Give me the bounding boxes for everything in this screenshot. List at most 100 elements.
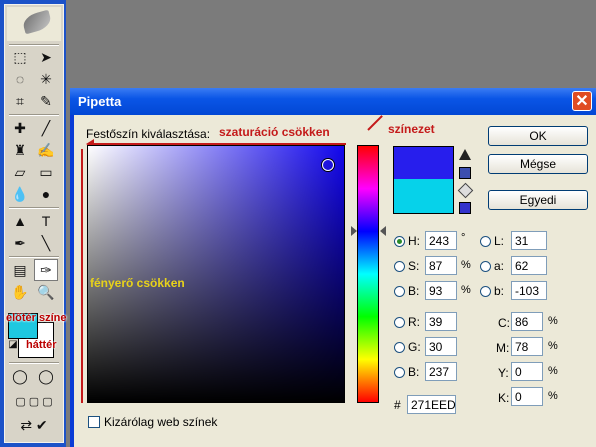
toolbox-panel: ⬚ ➤ ◌ ✳ ⌗ ✎ ✚ ╱ ♜ ✍ ▱ ▭ 💧 ● ▲ T ✒ ╲ ▤ ✑ … — [0, 0, 67, 447]
color-field-marker[interactable] — [322, 159, 334, 171]
path-selection-icon[interactable]: ▲ — [9, 211, 31, 231]
m-input[interactable]: 78 — [511, 337, 543, 356]
pen-tool-icon[interactable]: ✒ — [9, 233, 31, 253]
dialog-title: Pipetta — [78, 94, 122, 109]
web-colors-only-checkbox[interactable] — [88, 416, 100, 428]
web-safe-swatch[interactable] — [459, 202, 471, 214]
lab-b-radio[interactable] — [480, 286, 491, 297]
divider — [9, 114, 59, 116]
custom-button[interactable]: Egyedi — [488, 190, 588, 210]
marquee-tool-icon[interactable]: ⬚ — [9, 47, 31, 67]
s-input[interactable]: 87 — [425, 256, 457, 275]
color-field[interactable]: fényerő csökken — [87, 145, 345, 403]
divider — [9, 256, 59, 258]
brush-tool-icon[interactable]: ╱ — [35, 118, 57, 138]
divider — [9, 44, 59, 46]
a-input[interactable]: 62 — [511, 256, 547, 275]
magic-wand-tool-icon[interactable]: ✳ — [35, 69, 57, 89]
history-brush-icon[interactable]: ✍ — [35, 140, 57, 160]
move-tool-icon[interactable]: ➤ — [35, 47, 57, 67]
l-radio[interactable] — [480, 236, 491, 247]
dodge-tool-icon[interactable]: ● — [35, 184, 57, 204]
new-color-swatch — [393, 146, 454, 180]
hue-slider[interactable] — [357, 145, 379, 403]
current-color-swatch[interactable] — [393, 179, 454, 214]
web-safe-cube-icon[interactable] — [457, 182, 474, 199]
toolbox-body: ⬚ ➤ ◌ ✳ ⌗ ✎ ✚ ╱ ♜ ✍ ▱ ▭ 💧 ● ▲ T ✒ ╲ ▤ ✑ … — [4, 4, 64, 443]
r-radio[interactable] — [394, 317, 405, 328]
dialog-body: Festőszín kiválasztása: szaturáció csökk… — [74, 115, 596, 447]
r-label: R: — [408, 315, 420, 329]
hue-annotation: színezet — [388, 122, 435, 136]
b-label: B: — [408, 284, 420, 298]
blue-input[interactable]: 237 — [425, 362, 457, 381]
k-input[interactable]: 0 — [511, 387, 543, 406]
quickmask-mode-icon[interactable]: ◯ — [35, 366, 57, 386]
divider — [9, 207, 59, 209]
m-label: M: — [496, 341, 510, 355]
blue-radio[interactable] — [394, 367, 405, 378]
color-picker-dialog: Pipetta ✕ Festőszín kiválasztása: szatur… — [70, 88, 596, 447]
g-label: G: — [408, 340, 421, 354]
g-radio[interactable] — [394, 342, 405, 353]
hue-slider-handle-right[interactable] — [380, 226, 386, 236]
feather-icon — [21, 9, 53, 35]
lab-b-input[interactable]: -103 — [511, 281, 547, 300]
picker-label: Festőszín kiválasztása: — [86, 127, 211, 141]
web-colors-only-label: Kizárólag web színek — [104, 415, 218, 429]
brightness-arrow — [81, 149, 83, 403]
h-label: H: — [408, 234, 420, 248]
type-tool-icon[interactable]: T — [35, 211, 57, 231]
zoom-tool-icon[interactable]: 🔍 — [35, 282, 57, 302]
eyedropper-tool-icon[interactable]: ✑ — [34, 259, 58, 281]
blue-label: B: — [408, 365, 420, 379]
h-radio[interactable] — [394, 236, 405, 247]
standard-mode-icon[interactable]: ◯ — [9, 366, 31, 386]
a-radio[interactable] — [480, 261, 491, 272]
c-unit: % — [548, 315, 558, 327]
gamut-correction-swatch[interactable] — [459, 167, 471, 179]
saturation-annotation: szaturáció csökken — [219, 125, 330, 139]
hue-slider-handle-left[interactable] — [351, 226, 357, 236]
b-radio[interactable] — [394, 286, 405, 297]
k-label: K: — [498, 391, 510, 405]
h-unit: ° — [461, 232, 466, 244]
screen-mode-icons[interactable]: ▢ ▢ ▢ — [9, 391, 59, 411]
slice-tool-icon[interactable]: ✎ — [35, 91, 57, 111]
l-label: L: — [494, 234, 505, 248]
gradient-tool-icon[interactable]: ▭ — [35, 162, 57, 182]
s-unit: % — [461, 259, 471, 271]
s-radio[interactable] — [394, 261, 405, 272]
k-unit: % — [548, 390, 558, 402]
blur-tool-icon[interactable]: 💧 — [9, 184, 31, 204]
ok-button[interactable]: OK — [488, 126, 588, 146]
c-input[interactable]: 86 — [511, 312, 543, 331]
healing-brush-icon[interactable]: ✚ — [9, 118, 31, 138]
dialog-titlebar: Pipetta ✕ — [70, 88, 596, 115]
divider — [9, 362, 59, 364]
gamut-warning-icon[interactable] — [459, 149, 471, 160]
line-tool-icon[interactable]: ╲ — [35, 233, 57, 253]
hex-input[interactable]: 271EED — [407, 395, 456, 414]
hue-arrow — [367, 115, 383, 131]
hand-tool-icon[interactable]: ✋ — [9, 282, 31, 302]
cancel-button[interactable]: Mégse — [488, 154, 588, 174]
jump-to-imageready-icon[interactable]: ⇄ ✔ — [9, 415, 59, 435]
lasso-tool-icon[interactable]: ◌ — [9, 69, 31, 89]
g-input[interactable]: 30 — [425, 337, 457, 356]
l-input[interactable]: 31 — [511, 231, 547, 250]
crop-tool-icon[interactable]: ⌗ — [9, 91, 31, 111]
m-unit: % — [548, 340, 558, 352]
eraser-tool-icon[interactable]: ▱ — [9, 162, 31, 182]
stamp-tool-icon[interactable]: ♜ — [9, 140, 31, 160]
close-button[interactable]: ✕ — [572, 91, 592, 111]
b-unit: % — [461, 284, 471, 296]
r-input[interactable]: 39 — [425, 312, 457, 331]
y-input[interactable]: 0 — [511, 362, 543, 381]
h-input[interactable]: 243 — [425, 231, 457, 250]
app-logo — [7, 7, 61, 41]
s-label: S: — [408, 259, 420, 273]
b-input[interactable]: 93 — [425, 281, 457, 300]
foreground-annotation: előtér színe — [6, 312, 67, 324]
notes-tool-icon[interactable]: ▤ — [9, 260, 31, 280]
